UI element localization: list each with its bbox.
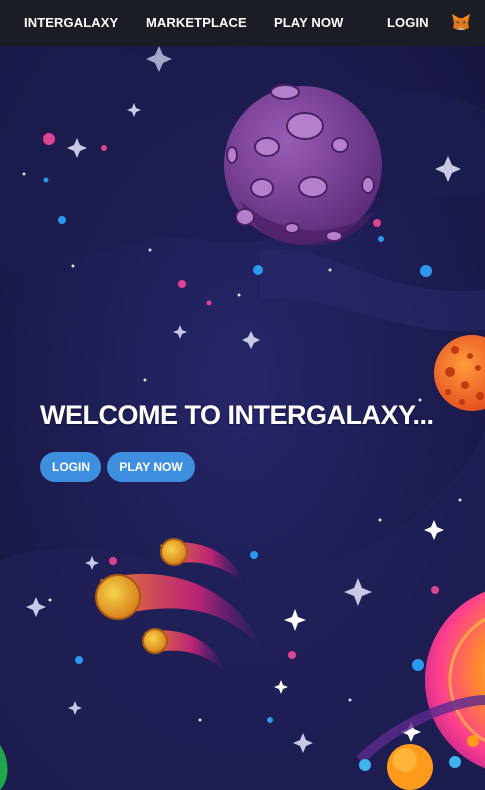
top-navbar: INTERGALAXY MARKETPLACE PLAY NOW LOGIN	[0, 0, 485, 46]
login-button[interactable]: LOGIN	[40, 452, 101, 482]
hero-buttons: LOGIN PLAY NOW	[40, 452, 340, 484]
metamask-fox-icon[interactable]	[451, 12, 471, 32]
hero-section: WELCOME TO INTERGALAXY... LOGIN PLAY NOW	[40, 400, 434, 482]
play-now-button[interactable]: PLAY NOW	[107, 452, 195, 482]
hero-title: WELCOME TO INTERGALAXY...	[40, 400, 434, 430]
purple-planet	[224, 84, 382, 246]
nav-link-marketplace[interactable]: MARKETPLACE	[146, 15, 247, 30]
nav-link-play-now[interactable]: PLAY NOW	[274, 15, 343, 30]
nav-link-intergalaxy[interactable]: INTERGALAXY	[24, 15, 118, 30]
nav-link-login[interactable]: LOGIN	[387, 15, 429, 30]
